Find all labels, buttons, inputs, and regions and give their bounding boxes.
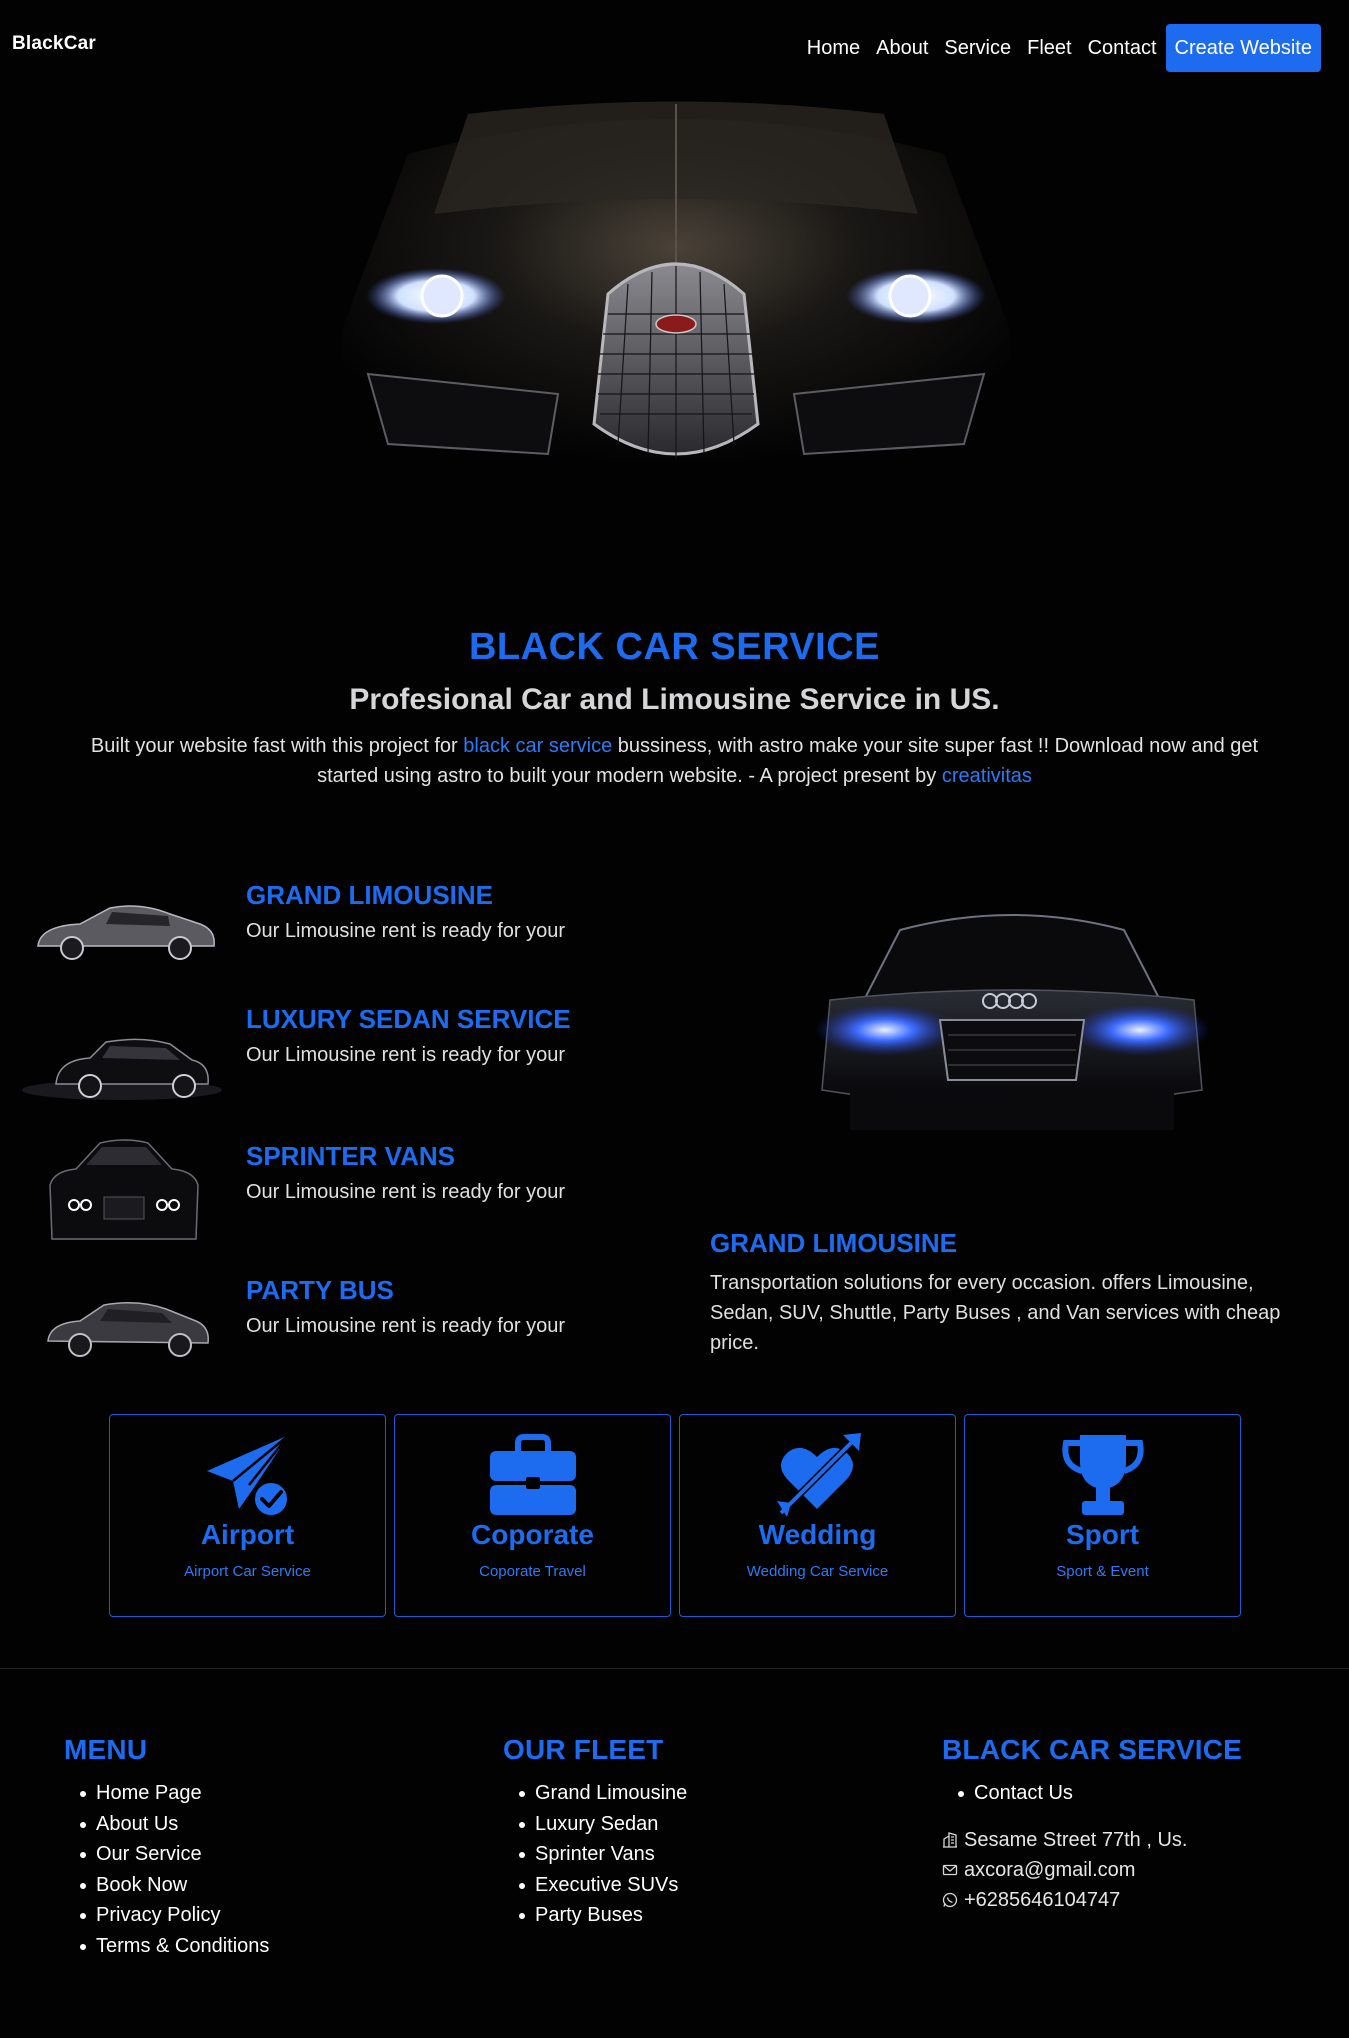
main-nav: Home About Service Fleet Contact Create … — [791, 24, 1321, 72]
nav-service[interactable]: Service — [944, 24, 1011, 72]
card-subtitle: Airport Car Service — [184, 1563, 311, 1580]
fleet-item[interactable]: LUXURY SEDAN SERVICE Our Limousine rent … — [20, 998, 680, 1108]
email-line[interactable]: axcora@gmail.com — [942, 1855, 1242, 1885]
black-car-service-link[interactable]: black car service — [463, 735, 612, 757]
fleet-item[interactable]: GRAND LIMOUSINE Our Limousine rent is re… — [20, 874, 680, 984]
nav-about[interactable]: About — [876, 24, 928, 72]
paper-plane-check-icon — [206, 1434, 291, 1519]
sedan-car-image — [22, 1038, 222, 1100]
footer-link-party-buses[interactable]: Party Buses — [519, 1900, 687, 1931]
limousine-car-image — [37, 905, 215, 960]
phone-line[interactable]: +6285646104747 — [942, 1885, 1242, 1915]
service-card-sport[interactable]: Sport Sport & Event — [964, 1414, 1241, 1617]
feature-text: Transportation solutions for every occas… — [710, 1272, 1281, 1354]
footer-link-contact[interactable]: Contact Us — [958, 1778, 1242, 1809]
fleet-title: GRAND LIMOUSINE — [246, 880, 493, 910]
trophy-icon — [1061, 1435, 1144, 1515]
card-subtitle: Coporate Travel — [479, 1563, 586, 1580]
address-text: Sesame Street 77th , Us. — [964, 1828, 1188, 1851]
email-text: axcora@gmail.com — [964, 1858, 1136, 1881]
hero-title: BLACK CAR SERVICE — [468, 626, 881, 668]
card-title: Coporate — [471, 1519, 594, 1550]
footer-link-executive-suvs[interactable]: Executive SUVs — [519, 1870, 687, 1901]
footer-menu-list: Home Page About Us Our Service Book Now … — [64, 1778, 269, 1961]
footer-company-column: BLACK CAR SERVICE Contact Us Sesame Stre… — [942, 1734, 1242, 1915]
service-card-coporate[interactable]: Coporate Coporate Travel — [394, 1414, 671, 1617]
fleet-text: Our Limousine rent is ready for your — [246, 1181, 566, 1203]
service-cards: Airport Airport Car Service Coporate Cop… — [109, 1414, 1241, 1617]
footer-link-luxury-sedan[interactable]: Luxury Sedan — [519, 1809, 687, 1840]
footer-link-home[interactable]: Home Page — [80, 1778, 269, 1809]
site-logo[interactable]: BlackCar — [12, 33, 96, 55]
footer-link-privacy[interactable]: Privacy Policy — [80, 1900, 269, 1931]
footer-fleet-list: Grand Limousine Luxury Sedan Sprinter Va… — [503, 1778, 687, 1931]
fleet-text: Our Limousine rent is ready for your — [246, 1315, 566, 1337]
footer-link-service[interactable]: Our Service — [80, 1839, 269, 1870]
card-title: Sport — [1065, 1519, 1140, 1550]
nav-fleet[interactable]: Fleet — [1027, 24, 1071, 72]
card-subtitle: Sport & Event — [1056, 1563, 1149, 1580]
site-header: BlackCar Home About Service Fleet Contac… — [0, 0, 1349, 96]
featured-car-image — [710, 870, 1314, 1215]
fleet-title: LUXURY SEDAN SERVICE — [246, 1004, 571, 1034]
footer-company-title: BLACK CAR SERVICE — [942, 1734, 1243, 1765]
fleet-item[interactable]: PARTY BUS Our Limousine rent is ready fo… — [20, 1269, 680, 1379]
fleet-text: Our Limousine rent is ready for your — [246, 1044, 566, 1066]
fleet-title: PARTY BUS — [246, 1275, 394, 1305]
footer-link-grand-limousine[interactable]: Grand Limousine — [519, 1778, 687, 1809]
feature-title: GRAND LIMOUSINE — [710, 1228, 957, 1258]
nav-home[interactable]: Home — [807, 24, 860, 72]
nav-contact[interactable]: Contact — [1088, 24, 1157, 72]
envelope-icon — [942, 1864, 958, 1875]
footer-company-list: Contact Us — [942, 1778, 1242, 1809]
creativitas-link[interactable]: creativitas — [942, 765, 1032, 787]
heart-arrow-icon — [776, 1433, 861, 1518]
footer-fleet-title: OUR FLEET — [503, 1734, 664, 1765]
card-subtitle: Wedding Car Service — [746, 1563, 889, 1580]
fleet-title: SPRINTER VANS — [246, 1141, 455, 1171]
hero-description: Built your website fast with this projec… — [60, 731, 1289, 791]
footer-link-terms[interactable]: Terms & Conditions — [80, 1931, 269, 1962]
hero-desc-text: Built your website fast with this projec… — [90, 735, 464, 757]
whatsapp-icon — [942, 1892, 958, 1907]
phone-text: +6285646104747 — [964, 1888, 1121, 1911]
service-card-airport[interactable]: Airport Airport Car Service — [109, 1414, 386, 1617]
fleet-text: Our Limousine rent is ready for your — [246, 920, 566, 942]
briefcase-icon — [489, 1434, 576, 1515]
footer-link-sprinter-vans[interactable]: Sprinter Vans — [519, 1839, 687, 1870]
hero-subtitle: Profesional Car and Limousine Service in… — [349, 683, 1000, 716]
footer-link-book[interactable]: Book Now — [80, 1870, 269, 1901]
create-website-button[interactable]: Create Website — [1165, 24, 1321, 72]
party-bus-car-image — [47, 1302, 209, 1357]
card-title: Wedding — [758, 1519, 877, 1550]
address-line: Sesame Street 77th , Us. — [942, 1825, 1242, 1855]
footer-menu-title: MENU — [64, 1734, 148, 1765]
footer-fleet-column: OUR FLEET Grand Limousine Luxury Sedan S… — [503, 1734, 687, 1931]
footer-link-about[interactable]: About Us — [80, 1809, 269, 1840]
fleet-item[interactable]: SPRINTER VANS Our Limousine rent is read… — [20, 1135, 680, 1245]
van-car-image — [49, 1139, 199, 1240]
footer-menu-column: MENU Home Page About Us Our Service Book… — [64, 1734, 269, 1961]
footer-divider — [0, 1668, 1349, 1669]
card-title: Airport — [200, 1519, 295, 1550]
hero-car-image — [318, 94, 1034, 578]
building-icon — [943, 1831, 957, 1848]
service-card-wedding[interactable]: Wedding Wedding Car Service — [679, 1414, 956, 1617]
